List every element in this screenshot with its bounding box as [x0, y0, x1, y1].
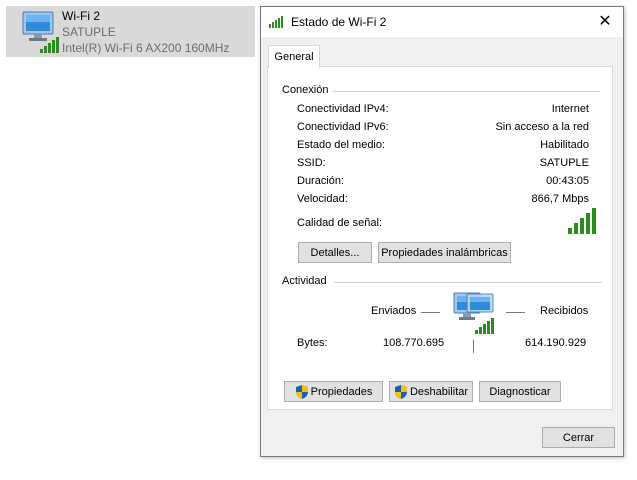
close-button[interactable]: Cerrar	[542, 427, 615, 448]
bytes-sent-value: 108.770.695	[383, 337, 445, 349]
general-tab-panel: Conexión Conectividad IPv4: Internet Con…	[267, 66, 613, 410]
uac-shield-icon	[295, 384, 308, 399]
ssid-value: SATUPLE	[539, 157, 589, 169]
bytes-divider	[473, 340, 474, 353]
activity-group-header: Actividad	[282, 275, 327, 287]
dialog-titlebar[interactable]: Estado de Wi-Fi 2 ✕	[261, 7, 623, 37]
properties-button-label: Propiedades	[310, 385, 373, 398]
network-adapter-tile[interactable]: Wi-Fi 2 SATUPLE Intel(R) Wi-Fi 6 AX200 1…	[6, 6, 255, 57]
wireless-properties-button[interactable]: Propiedades inalámbricas	[378, 242, 511, 263]
connection-group-header: Conexión	[282, 84, 329, 96]
activity-group-divider	[334, 282, 602, 283]
duration-label: Duración:	[297, 175, 345, 187]
close-icon[interactable]: ✕	[595, 12, 615, 32]
details-button[interactable]: Detalles...	[298, 242, 372, 263]
ssid-label: SSID:	[297, 157, 326, 169]
ipv4-value: Internet	[551, 103, 589, 115]
bytes-received-value: 614.190.929	[525, 337, 587, 349]
speed-value: 866,7 Mbps	[531, 193, 589, 205]
received-label: Recibidos	[540, 305, 589, 317]
wifi-status-dialog: Estado de Wi-Fi 2 ✕ General Conexión Con…	[260, 6, 624, 457]
disable-button-label: Deshabilitar	[409, 385, 469, 398]
received-line	[506, 312, 525, 313]
sent-line	[421, 312, 440, 313]
adapter-name: Wi-Fi 2	[62, 9, 100, 23]
disable-button[interactable]: Deshabilitar	[389, 381, 473, 402]
duration-value: 00:43:05	[546, 175, 589, 187]
signal-strength-icon	[568, 208, 596, 234]
connection-group-divider	[332, 91, 600, 92]
network-activity-computer-icon	[453, 292, 494, 334]
signal-quality-label: Calidad de señal:	[297, 217, 383, 229]
ipv6-label: Conectividad IPv6:	[297, 121, 389, 133]
tab-general[interactable]: General	[268, 45, 320, 68]
uac-shield-icon	[394, 384, 407, 399]
adapter-device: Intel(R) Wi-Fi 6 AX200 160MHz	[62, 41, 230, 55]
wifi-signal-icon	[269, 16, 283, 28]
speed-label: Velocidad:	[297, 193, 348, 205]
dialog-title: Estado de Wi-Fi 2	[291, 15, 387, 29]
adapter-ssid: SATUPLE	[62, 25, 116, 39]
diagnose-button[interactable]: Diagnosticar	[479, 381, 561, 402]
bytes-label: Bytes:	[297, 337, 328, 349]
media-state-label: Estado del medio:	[297, 139, 386, 151]
ipv6-value: Sin acceso a la red	[495, 121, 589, 133]
media-state-value: Habilitado	[540, 139, 589, 151]
network-computer-signal-icon	[22, 11, 59, 53]
properties-button[interactable]: Propiedades	[284, 381, 383, 402]
ipv4-label: Conectividad IPv4:	[297, 103, 389, 115]
sent-label: Enviados	[371, 305, 417, 317]
